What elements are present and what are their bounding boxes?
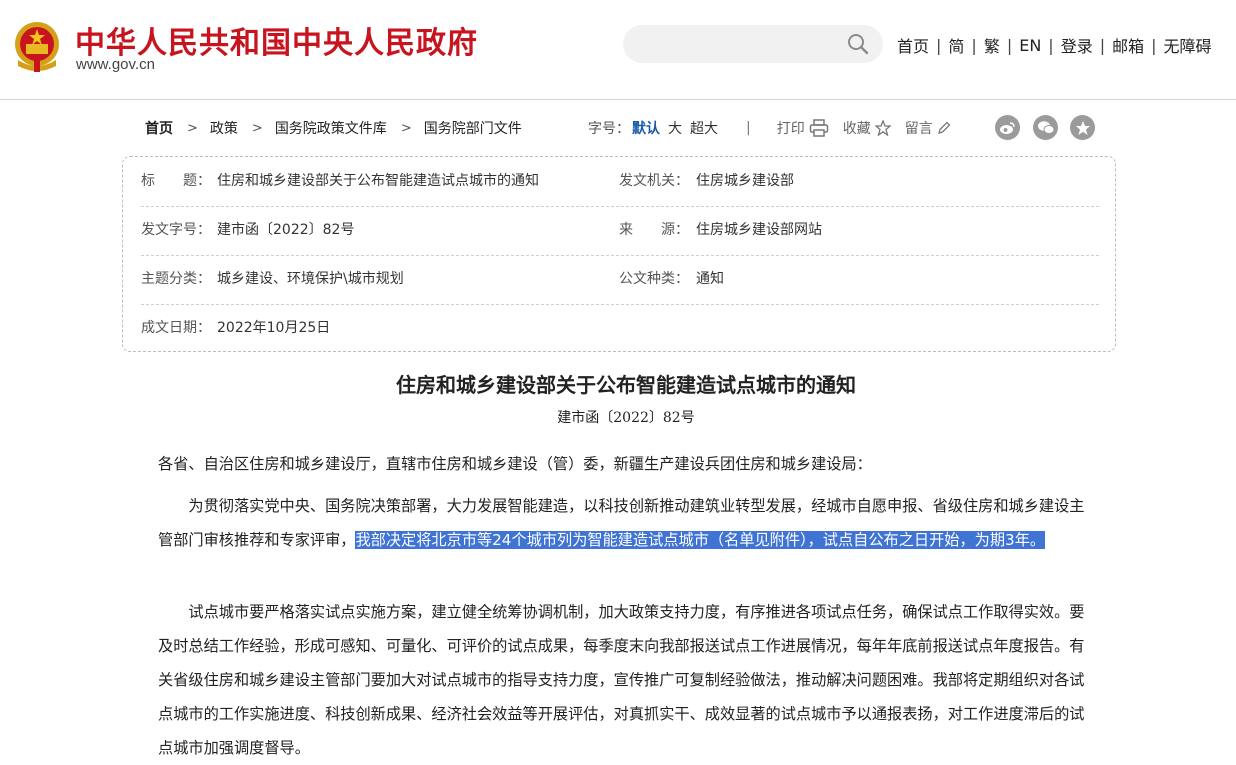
breadcrumb: 首页 > 政策 > 国务院政策文件库 > 国务院部门文件 xyxy=(145,118,522,138)
breadcrumb-department-docs[interactable]: 国务院部门文件 xyxy=(424,118,522,138)
title-value: 住房和城乡建设部关于公布智能建造试点城市的通知 xyxy=(217,173,539,189)
printer-icon xyxy=(809,119,828,137)
weibo-icon xyxy=(1000,121,1015,134)
article-title: 住房和城乡建设部关于公布智能建造试点城市的通知 xyxy=(396,373,856,397)
article-salutation: 各省、自治区住房和城乡建设厅，直辖市住房和城乡建设（管）委，新疆生产建设兵团住房… xyxy=(158,455,872,473)
topic-value: 城乡建设、环境保护\城市规划 xyxy=(217,271,404,287)
info-row: 发文字号： 建市函〔2022〕82号 来 源： 住房城乡建设部网站 xyxy=(141,206,1099,255)
topic-label: 主题分类： xyxy=(141,271,211,287)
info-row: 主题分类： 城乡建设、环境保护\城市规划 公文种类： 通知 xyxy=(141,255,1099,304)
source-value: 住房城乡建设部网站 xyxy=(696,222,822,238)
font-size-xlarge[interactable]: 超大 xyxy=(690,118,718,138)
doc-type-value: 通知 xyxy=(696,271,724,287)
breadcrumb-policy-library[interactable]: 国务院政策文件库 xyxy=(275,118,387,138)
chevron-right-icon: > xyxy=(251,120,263,136)
nav-mailbox[interactable]: 邮箱 xyxy=(1112,33,1144,57)
top-nav: 首页 | 简 | 繁 | EN | 登录 | 邮箱 | 无障碍 xyxy=(897,33,1212,57)
article-tools: 字号： 默认 大 超大 | 打印 收藏 留言 xyxy=(588,118,951,138)
pencil-icon xyxy=(937,121,951,134)
info-row: 标 题： 住房和城乡建设部关于公布智能建造试点城市的通知 发文机关： 住房城乡建… xyxy=(141,157,1099,206)
nav-accessibility[interactable]: 无障碍 xyxy=(1164,33,1212,57)
weibo-share-button[interactable] xyxy=(995,115,1020,140)
comment-button[interactable]: 留言 xyxy=(905,118,951,138)
info-row: 成文日期： 2022年10月25日 xyxy=(141,304,1099,353)
date-value: 2022年10月25日 xyxy=(217,320,331,336)
font-size-default[interactable]: 默认 xyxy=(632,118,660,138)
font-size-label: 字号： xyxy=(588,121,630,137)
site-header: 中华人民共和国中央人民政府 www.gov.cn 首页 | 简 | 繁 | EN… xyxy=(0,0,1236,100)
header-divider xyxy=(0,99,1236,100)
nav-simplified[interactable]: 简 xyxy=(948,33,964,57)
search-input[interactable] xyxy=(641,25,845,65)
document-info-table: 标 题： 住房和城乡建设部关于公布智能建造试点城市的通知 发文机关： 住房城乡建… xyxy=(122,156,1116,352)
nav-traditional[interactable]: 繁 xyxy=(984,33,1000,57)
favorite-button[interactable]: 收藏 xyxy=(843,118,891,138)
chevron-right-icon: > xyxy=(187,120,198,136)
article-paragraph-2: 试点城市要严格落实试点实施方案，建立健全统筹协调机制，加大政策支持力度，有序推进… xyxy=(158,603,1085,757)
nav-login[interactable]: 登录 xyxy=(1061,33,1093,57)
nav-english[interactable]: EN xyxy=(1019,36,1041,55)
title-label: 标 题： xyxy=(141,173,211,189)
date-label: 成文日期： xyxy=(141,320,211,336)
wechat-icon xyxy=(1037,121,1054,134)
nav-separator: | xyxy=(971,35,977,55)
doc-number-value: 建市函〔2022〕82号 xyxy=(217,222,355,238)
font-size-large[interactable]: 大 xyxy=(668,118,682,138)
star-icon xyxy=(1075,120,1090,135)
tools-separator: | xyxy=(746,120,751,136)
breadcrumb-home[interactable]: 首页 xyxy=(145,118,173,138)
article-paragraph-1: 为贯彻落实党中央、国务院决策部署，大力发展智能建造，以科技创新推动建筑业转型发展… xyxy=(158,489,1088,557)
source-label: 来 源： xyxy=(619,222,689,238)
selected-text[interactable]: 我部决定将北京市等24个城市列为智能建造试点城市（名单见附件），试点自公布之日开… xyxy=(355,531,1046,549)
breadcrumb-policy[interactable]: 政策 xyxy=(210,118,238,138)
favorite-label: 收藏 xyxy=(842,121,871,137)
favorite-share-button[interactable] xyxy=(1070,115,1095,140)
doc-number-label: 发文字号： xyxy=(141,222,211,238)
print-button[interactable]: 打印 xyxy=(777,118,829,138)
chevron-right-icon: > xyxy=(400,120,412,136)
wechat-share-button[interactable] xyxy=(1033,115,1058,140)
article-number: 建市函〔2022〕82号 xyxy=(557,410,695,426)
nav-separator: | xyxy=(936,35,942,55)
site-url[interactable]: www.gov.cn xyxy=(76,56,155,73)
issuer-label: 发文机关： xyxy=(619,173,689,189)
national-emblem-logo[interactable] xyxy=(12,20,62,72)
nav-home[interactable]: 首页 xyxy=(897,33,929,57)
nav-separator: | xyxy=(1048,35,1054,55)
nav-separator: | xyxy=(1151,35,1157,55)
nav-separator: | xyxy=(1006,35,1013,55)
search-box xyxy=(623,25,883,65)
doc-type-label: 公文种类： xyxy=(619,271,689,287)
print-label: 打印 xyxy=(776,121,805,137)
search-icon[interactable] xyxy=(847,33,869,55)
comment-label: 留言 xyxy=(904,121,933,137)
issuer-value: 住房城乡建设部 xyxy=(696,173,794,189)
nav-separator: | xyxy=(1099,35,1106,55)
star-outline-icon xyxy=(874,120,891,136)
